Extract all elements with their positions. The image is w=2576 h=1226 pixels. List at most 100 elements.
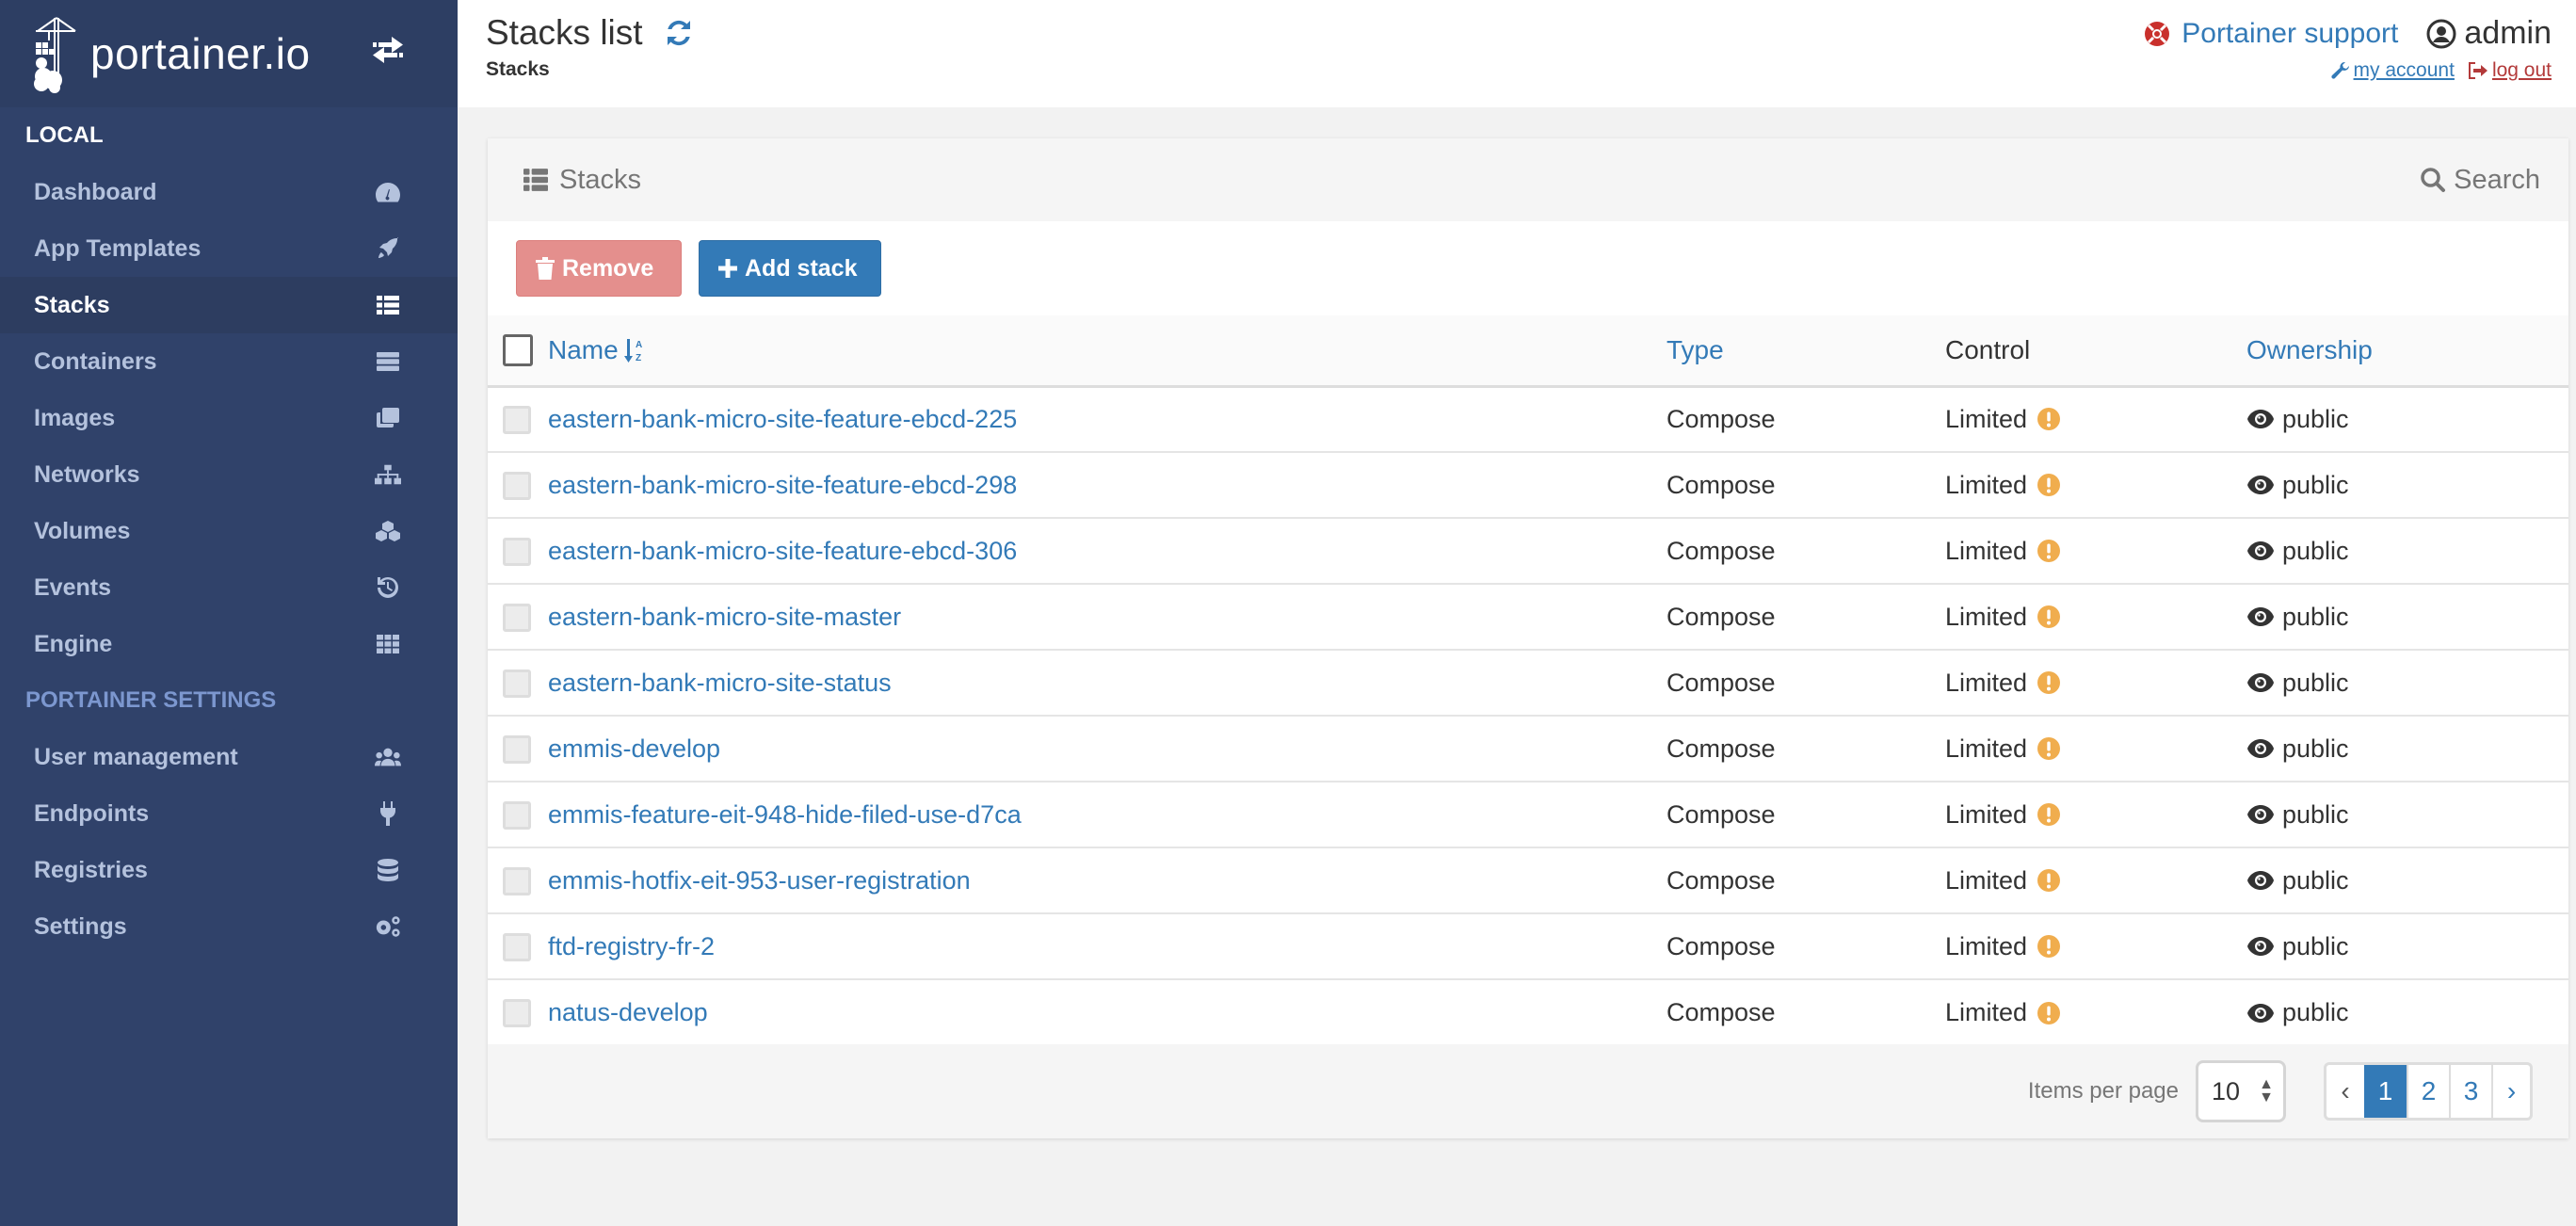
column-header-ownership[interactable]: Ownership	[2246, 335, 2373, 365]
stack-type: Compose	[1666, 470, 1776, 499]
stack-name-link[interactable]: eastern-bank-micro-site-feature-ebcd-225	[548, 405, 1017, 433]
refresh-icon[interactable]	[662, 16, 696, 50]
search-toggle[interactable]: Search	[2420, 165, 2540, 196]
exclamation-circle-icon[interactable]	[2037, 670, 2061, 695]
database-icon	[375, 858, 401, 882]
table-row: emmis-develop Compose Limited public	[488, 716, 2568, 782]
pagination-page-3[interactable]: 3	[2449, 1065, 2491, 1118]
sidebar-item-user-management[interactable]: User management	[0, 729, 458, 785]
column-header-name[interactable]: Name AZ	[548, 335, 645, 365]
sidebar-item-stacks[interactable]: Stacks	[0, 277, 458, 333]
sidebar-item-label: App Templates	[34, 234, 201, 262]
pagination-page-2[interactable]: 2	[2407, 1065, 2449, 1118]
stack-ownership: public	[2282, 998, 2349, 1026]
sidebar-item-label: Networks	[34, 460, 140, 488]
my-account-link[interactable]: my account	[2330, 59, 2455, 82]
row-checkbox[interactable]	[503, 734, 531, 764]
stack-ownership: public	[2282, 536, 2349, 565]
pagination-previous[interactable]: ‹	[2326, 1065, 2364, 1118]
exchange-icon[interactable]	[371, 36, 405, 64]
row-checkbox[interactable]	[503, 866, 531, 895]
stack-ownership: public	[2282, 799, 2349, 829]
row-checkbox[interactable]	[503, 669, 531, 698]
sidebar-item-volumes[interactable]: Volumes	[0, 503, 458, 559]
sort-alpha-asc-icon: AZ	[623, 338, 642, 363]
stack-control: Limited	[1945, 931, 2028, 960]
exclamation-circle-icon[interactable]	[2037, 407, 2061, 431]
sidebar-section-portainer-settings: PORTAINER SETTINGS	[25, 687, 277, 713]
exclamation-circle-icon[interactable]	[2037, 605, 2061, 629]
sidebar-item-label: Events	[34, 573, 111, 601]
stack-name-link[interactable]: natus-develop	[548, 998, 708, 1026]
exclamation-circle-icon[interactable]	[2037, 934, 2061, 959]
wrench-icon	[2330, 61, 2349, 79]
stack-name-link[interactable]: ftd-registry-fr-2	[548, 932, 715, 960]
select-all-checkbox[interactable]	[503, 334, 533, 367]
users-icon	[375, 745, 401, 769]
remove-button[interactable]: Remove	[516, 240, 682, 297]
stack-name-link[interactable]: emmis-develop	[548, 734, 720, 763]
portainer-logo[interactable]: portainer.io	[32, 14, 311, 93]
exclamation-circle-icon[interactable]	[2037, 1001, 2061, 1025]
sidebar-item-label: Endpoints	[34, 799, 150, 827]
sidebar-item-engine[interactable]: Engine	[0, 616, 458, 672]
pagination: ‹ 1 2 3 ›	[2324, 1062, 2533, 1121]
stack-ownership: public	[2282, 404, 2349, 433]
row-checkbox[interactable]	[503, 932, 531, 961]
stack-name-link[interactable]: eastern-bank-micro-site-status	[548, 669, 892, 697]
sidebar-item-images[interactable]: Images	[0, 390, 458, 446]
sidebar-item-label: User management	[34, 743, 238, 770]
row-checkbox[interactable]	[503, 603, 531, 632]
sidebar-item-label: Engine	[34, 630, 113, 657]
sidebar-item-registries[interactable]: Registries	[0, 842, 458, 898]
stack-ownership: public	[2282, 470, 2349, 499]
eye-icon	[2247, 673, 2274, 692]
exclamation-circle-icon[interactable]	[2037, 868, 2061, 893]
exclamation-circle-icon[interactable]	[2037, 539, 2061, 563]
sidebar-item-dashboard[interactable]: Dashboard	[0, 164, 458, 220]
row-checkbox[interactable]	[503, 800, 531, 830]
cogs-icon	[375, 914, 401, 939]
sidebar-item-settings[interactable]: Settings	[0, 898, 458, 955]
row-checkbox[interactable]	[503, 999, 531, 1028]
stack-type: Compose	[1666, 998, 1776, 1026]
stack-name-link[interactable]: emmis-feature-eit-948-hide-filed-use-d7c…	[548, 800, 1022, 829]
column-header-type[interactable]: Type	[1666, 335, 1724, 365]
pagination-next[interactable]: ›	[2491, 1065, 2530, 1118]
add-stack-button[interactable]: Add stack	[699, 240, 881, 297]
stack-name-link[interactable]: emmis-hotfix-eit-953-user-registration	[548, 866, 971, 895]
exclamation-circle-icon[interactable]	[2037, 736, 2061, 761]
pagination-page-1[interactable]: 1	[2364, 1065, 2407, 1118]
sidebar-item-events[interactable]: Events	[0, 559, 458, 616]
stack-name-link[interactable]: eastern-bank-micro-site-feature-ebcd-298	[548, 471, 1017, 499]
stack-control: Limited	[1945, 404, 2028, 433]
eye-icon	[2247, 1003, 2274, 1023]
row-checkbox[interactable]	[503, 537, 531, 566]
sitemap-icon	[375, 462, 401, 487]
sidebar-item-networks[interactable]: Networks	[0, 446, 458, 503]
stack-type: Compose	[1666, 404, 1776, 433]
row-checkbox[interactable]	[503, 471, 531, 500]
stack-name-link[interactable]: eastern-bank-micro-site-master	[548, 603, 901, 631]
exclamation-circle-icon[interactable]	[2037, 802, 2061, 827]
exclamation-circle-icon[interactable]	[2037, 473, 2061, 497]
portainer-support-link[interactable]: Portainer support	[2144, 18, 2398, 50]
sidebar-item-containers[interactable]: Containers	[0, 333, 458, 390]
search-label: Search	[2454, 164, 2540, 195]
sidebar-item-app-templates[interactable]: App Templates	[0, 220, 458, 277]
log-out-link[interactable]: log out	[2468, 59, 2552, 82]
stack-control: Limited	[1945, 470, 2028, 499]
sidebar-item-endpoints[interactable]: Endpoints	[0, 785, 458, 842]
items-per-page-select[interactable]: 10 ▲ ▼	[2196, 1060, 2286, 1122]
row-checkbox[interactable]	[503, 406, 531, 435]
sidebar-item-label: Stacks	[34, 291, 110, 318]
breadcrumb: Stacks	[486, 58, 550, 80]
eye-icon	[2247, 410, 2274, 429]
sidebar: portainer.io LOCAL Dashboard App Templat…	[0, 0, 458, 1226]
eye-icon	[2247, 607, 2274, 626]
stack-name-link[interactable]: eastern-bank-micro-site-feature-ebcd-306	[548, 537, 1017, 565]
logo-text: portainer.io	[90, 29, 311, 78]
table-row: eastern-bank-micro-site-feature-ebcd-298…	[488, 452, 2568, 518]
sidebar-section-local: LOCAL	[25, 122, 104, 148]
plus-icon	[718, 259, 737, 278]
